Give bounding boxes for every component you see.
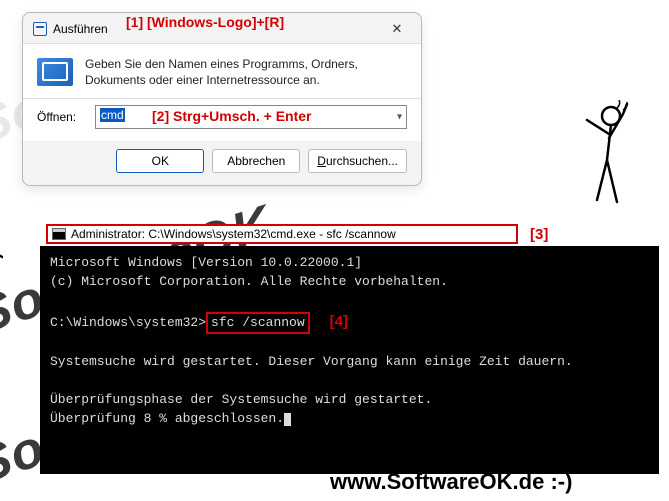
annotation-3: [3] [530,226,548,243]
run-program-icon [37,58,73,86]
ok-button[interactable]: OK [116,149,204,173]
cursor [284,413,291,426]
annotation-2: [2] Strg+Umsch. + Enter [152,108,312,124]
terminal-title-text: Administrator: C:\Windows\system32\cmd.e… [71,227,396,241]
run-dialog-icon [33,22,47,36]
cmd-icon [52,228,66,240]
open-label: Öffnen: [37,110,85,124]
close-button[interactable]: ✕ [381,19,413,39]
annotation-4: [4] [330,313,348,330]
cancel-button[interactable]: Abbrechen [212,149,300,173]
run-dialog: Ausführen ✕ Geben Sie den Namen eines Pr… [22,12,422,186]
terminal-titlebar: Administrator: C:\Windows\system32\cmd.e… [46,224,518,244]
terminal-window: Administrator: C:\Windows\system32\cmd.e… [40,224,659,474]
footer-watermark-text: www.SoftwareOK.de :-) [330,469,572,495]
browse-button[interactable]: Durchsuchen... [308,149,407,173]
annotation-1: [1] [Windows-Logo]+[R] [126,14,284,30]
thinking-figure-icon [573,100,633,220]
side-watermark-text: www.SoftwareOK.de :-) [0,253,4,451]
terminal-output[interactable]: Microsoft Windows [Version 10.0.22000.1]… [40,246,659,474]
dialog-description: Geben Sie den Namen eines Programms, Ord… [85,56,407,88]
command-highlight: sfc /scannow [206,312,310,335]
